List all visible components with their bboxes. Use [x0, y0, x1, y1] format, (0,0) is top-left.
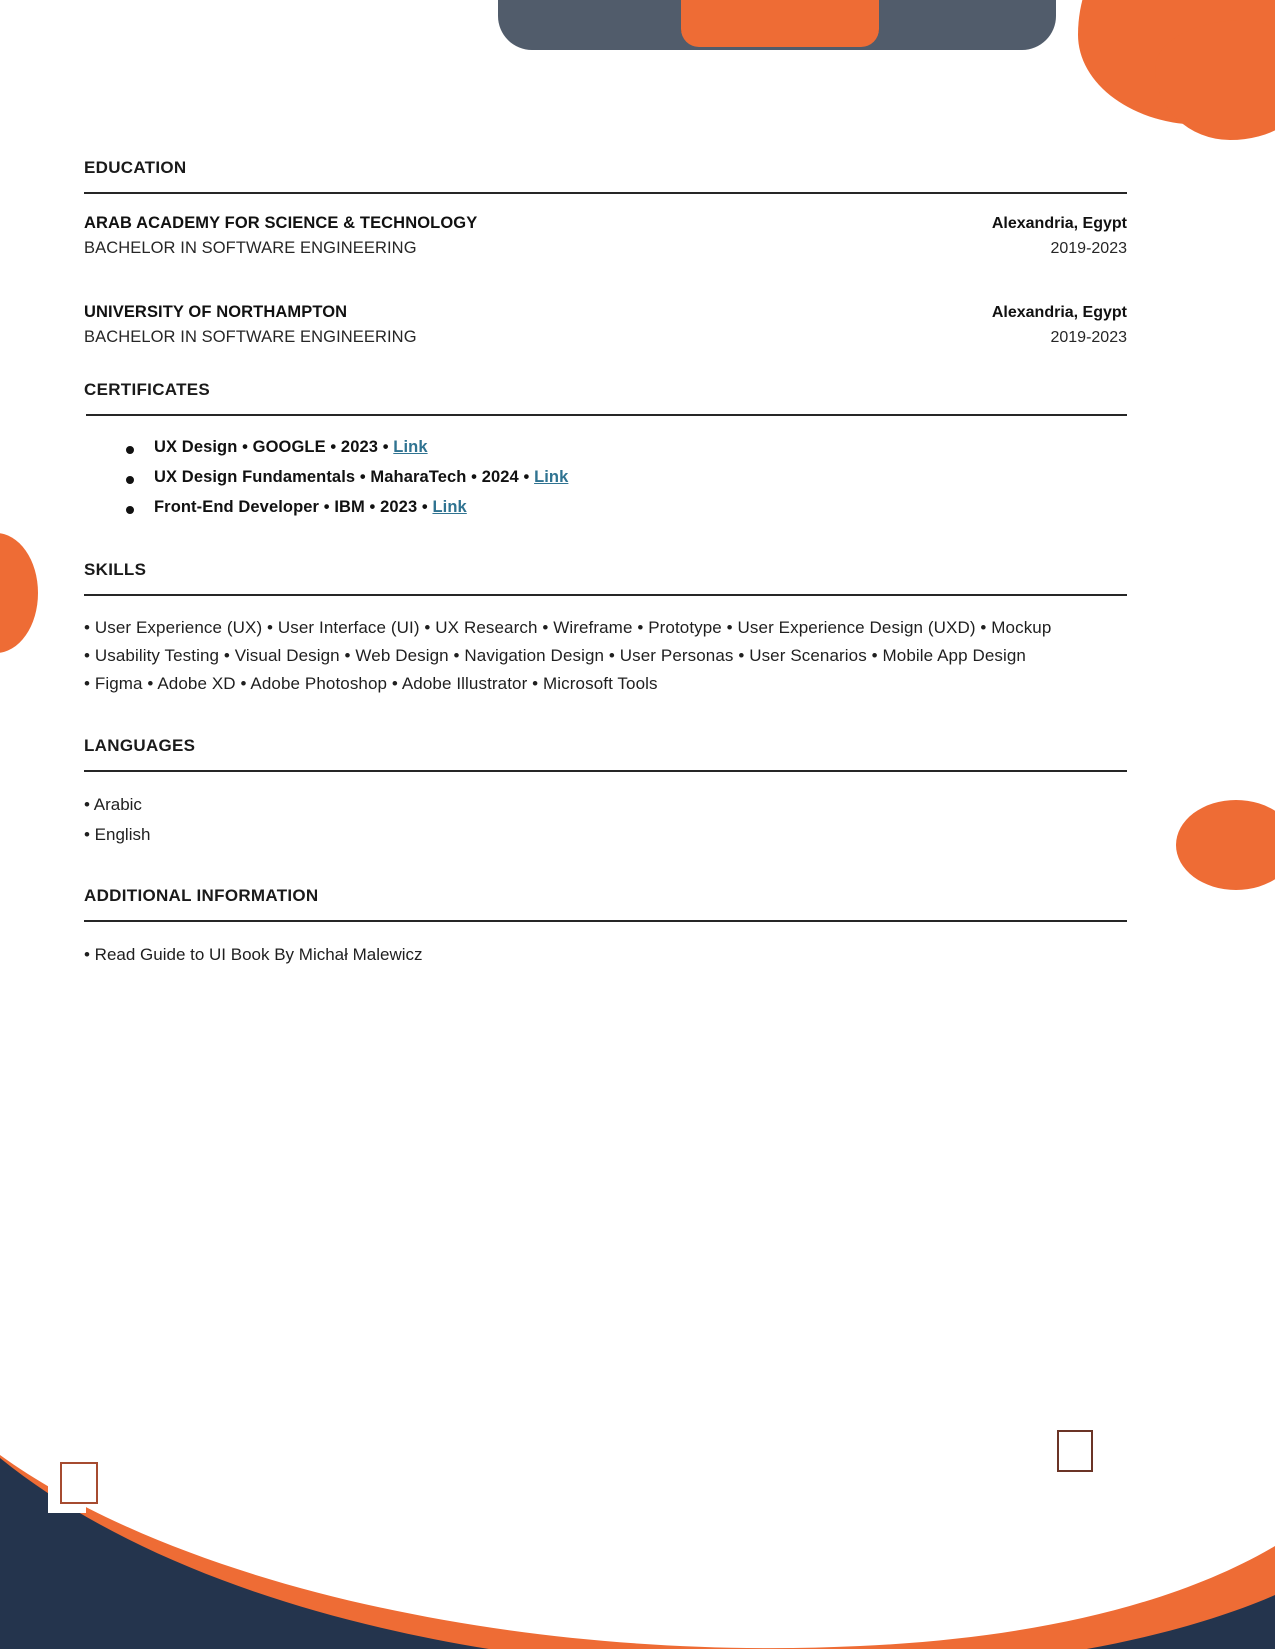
bottom-wave-decoration	[0, 1455, 1275, 1649]
certificate-text: UX Design • GOOGLE • 2023 •	[154, 438, 394, 457]
section-heading-education: EDUCATION	[84, 158, 187, 178]
certificate-link[interactable]: Link	[432, 498, 466, 516]
skills-line: • Usability Testing • Visual Design • We…	[84, 646, 1026, 666]
additional-information-list: • Read Guide to UI Book By Michał Malewi…	[84, 940, 1127, 970]
section-additional-information: ADDITIONAL INFORMATION • Read Guide to U…	[84, 872, 1127, 970]
section-languages: LANGUAGES • Arabic • English	[84, 722, 1127, 850]
section-education: EDUCATION ARAB ACADEMY FOR SCIENCE & TEC…	[84, 144, 1127, 347]
language-item: • Arabic	[84, 795, 142, 815]
bottom-left-square-outline-decoration	[60, 1462, 98, 1504]
education-entry-header: UNIVERSITY OF NORTHAMPTON Alexandria, Eg…	[84, 303, 1127, 322]
education-dates: 2019-2023	[1050, 240, 1127, 258]
education-entry-header: ARAB ACADEMY FOR SCIENCE & TECHNOLOGY Al…	[84, 214, 1127, 233]
additional-information-item: • Read Guide to UI Book By Michał Malewi…	[84, 945, 423, 965]
education-location: Alexandria, Egypt	[991, 304, 1127, 322]
bottom-right-square-outline-decoration	[1057, 1430, 1093, 1472]
certificate-link[interactable]: Link	[393, 438, 427, 456]
right-orange-circle-decoration	[1176, 800, 1275, 890]
section-heading-skills: SKILLS	[84, 560, 147, 580]
education-entry-spacer	[84, 258, 1127, 283]
top-right-orange-blob-decoration	[1078, 0, 1275, 125]
top-orange-bar-shadow-decoration	[681, 0, 879, 32]
section-divider-education	[84, 192, 1127, 195]
section-heading-certificates: CERTIFICATES	[84, 380, 211, 400]
section-skills: SKILLS • User Experience (UX) • User Int…	[84, 546, 1127, 698]
skills-line: • User Experience (UX) • User Interface …	[84, 618, 1052, 638]
education-school-name: ARAB ACADEMY FOR SCIENCE & TECHNOLOGY	[84, 214, 478, 233]
language-item: • English	[84, 825, 151, 845]
education-location: Alexandria, Egypt	[991, 215, 1127, 233]
education-degree: BACHELOR IN SOFTWARE ENGINEERING	[84, 328, 417, 347]
education-degree: BACHELOR IN SOFTWARE ENGINEERING	[84, 239, 417, 258]
education-entry: UNIVERSITY OF NORTHAMPTON Alexandria, Eg…	[84, 303, 1127, 347]
certificate-text: UX Design Fundamentals • MaharaTech • 20…	[154, 468, 535, 487]
bottom-left-square-decoration	[48, 1469, 86, 1513]
languages-list: • Arabic • English	[84, 790, 1127, 850]
section-divider-skills	[84, 594, 1127, 597]
top-right-orange-blob-secondary-decoration	[1155, 20, 1275, 140]
list-item: Front-End Developer • IBM • 2023 • Link	[126, 498, 1127, 517]
section-divider-certificates	[86, 414, 1127, 417]
left-orange-circle-decoration	[0, 533, 38, 653]
education-entry: ARAB ACADEMY FOR SCIENCE & TECHNOLOGY Al…	[84, 214, 1127, 258]
education-entry-subheader: BACHELOR IN SOFTWARE ENGINEERING 2019-20…	[84, 328, 1127, 347]
certificates-list: UX Design • GOOGLE • 2023 • Link UX Desi…	[84, 438, 1127, 517]
top-slate-shape-decoration	[498, 0, 1056, 50]
section-heading-additional-information: ADDITIONAL INFORMATION	[84, 886, 319, 906]
top-orange-bar-decoration	[681, 0, 879, 47]
education-dates: 2019-2023	[1050, 329, 1127, 347]
section-certificates: CERTIFICATES UX Design • GOOGLE • 2023 •…	[84, 366, 1127, 528]
bottom-right-square-decoration	[1048, 1437, 1080, 1479]
certificate-text: Front-End Developer • IBM • 2023 •	[154, 498, 433, 517]
section-divider-languages	[84, 770, 1127, 773]
education-entry-subheader: BACHELOR IN SOFTWARE ENGINEERING 2019-20…	[84, 239, 1127, 258]
list-item: UX Design Fundamentals • MaharaTech • 20…	[126, 468, 1127, 487]
skills-line: • Figma • Adobe XD • Adobe Photoshop • A…	[84, 674, 658, 694]
list-item: UX Design • GOOGLE • 2023 • Link	[126, 438, 1127, 457]
section-divider-additional-information	[84, 920, 1127, 923]
education-school-name: UNIVERSITY OF NORTHAMPTON	[84, 303, 348, 322]
section-heading-languages: LANGUAGES	[84, 736, 196, 756]
certificate-link[interactable]: Link	[534, 468, 568, 486]
skills-list: • User Experience (UX) • User Interface …	[84, 614, 1127, 698]
resume-page: EDUCATION ARAB ACADEMY FOR SCIENCE & TEC…	[0, 0, 1275, 1649]
